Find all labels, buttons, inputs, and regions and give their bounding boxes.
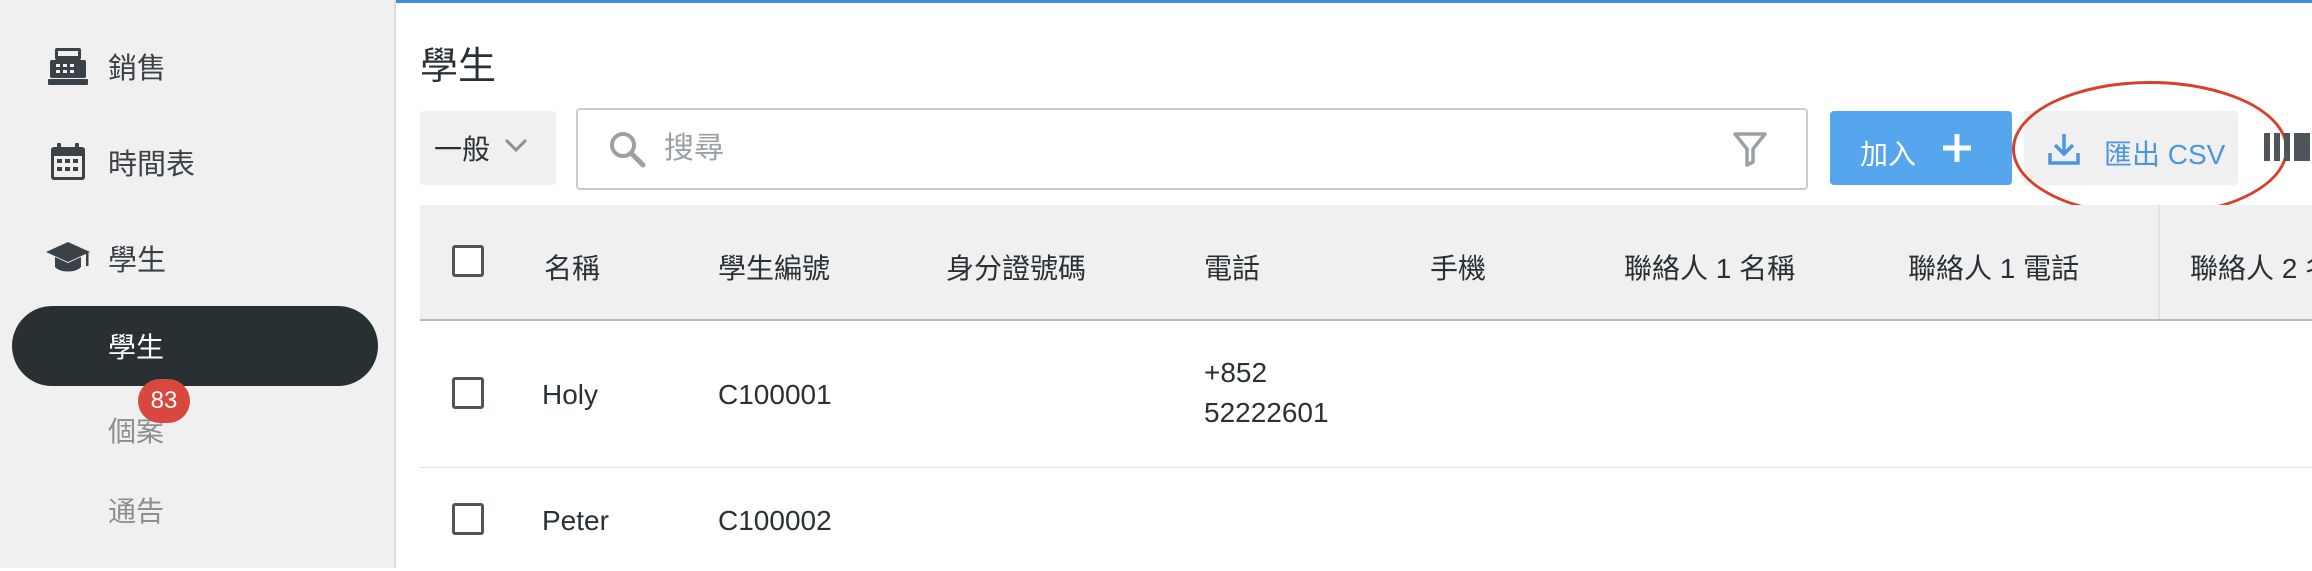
table-row[interactable]: Holy C100001 +852 52222601 (420, 321, 2312, 468)
graduation-cap-icon (44, 236, 92, 280)
export-csv-label: 匯出 CSV (2104, 139, 2226, 170)
plus-icon (1940, 131, 1974, 170)
scope-select[interactable]: 一般 (420, 111, 556, 185)
sidebar-item-label: 銷售 (108, 53, 167, 85)
export-csv-button[interactable]: 匯出 CSV (2024, 111, 2238, 185)
scope-select-value: 一般 (434, 134, 491, 165)
sidebar-item-label: 學生 (108, 245, 167, 277)
page-title: 學生 (420, 46, 497, 88)
column-header-contact2-name[interactable]: 聯絡人 2 名 (2190, 247, 2312, 287)
column-divider (2158, 205, 2160, 319)
column-header-contact1-name[interactable]: 聯絡人 1 名稱 (1624, 247, 1795, 287)
search-input[interactable] (662, 124, 1666, 174)
search-box (576, 108, 1808, 190)
row-checkbox[interactable] (452, 503, 484, 535)
cell-name: Holy (542, 379, 599, 410)
column-header-contact1-phone[interactable]: 聯絡人 1 電話 (1908, 247, 2079, 287)
main-content: 學生 一般 加入 (396, 0, 2312, 571)
sidebar-item-sales[interactable]: 銷售 (0, 36, 394, 96)
cases-count-badge: 83 (138, 379, 190, 423)
cell-student-id: C100002 (718, 505, 832, 536)
cell-phone-line1: +852 (1204, 357, 1268, 388)
add-button-label: 加入 (1860, 139, 1917, 170)
column-header-phone[interactable]: 電話 (1204, 247, 1260, 287)
cash-register-icon (44, 44, 92, 88)
download-icon (2046, 131, 2082, 172)
column-header-id-number[interactable]: 身分證號碼 (946, 247, 1086, 287)
table-header: 名稱 學生編號 身分證號碼 電話 手機 聯絡人 1 名稱 聯絡人 1 電話 聯絡… (420, 205, 2312, 321)
sidebar-item-students[interactable]: 學生 (0, 228, 394, 288)
sidebar-item-label: 時間表 (108, 149, 196, 181)
cell-name: Peter (542, 505, 609, 536)
sidebar-item-schedule[interactable]: 時間表 (0, 132, 394, 192)
column-header-student-id[interactable]: 學生編號 (718, 247, 830, 287)
sidebar-subitem-students[interactable]: 學生 (12, 306, 378, 386)
chevron-down-icon (504, 137, 528, 158)
add-button[interactable]: 加入 (1830, 111, 2012, 185)
search-icon (608, 130, 646, 173)
row-checkbox[interactable] (452, 377, 484, 409)
cell-phone-line2: 52222601 (1204, 397, 1329, 428)
columns-icon[interactable] (2262, 127, 2312, 172)
sidebar-subitem-label: 學生 (108, 332, 165, 363)
calendar-icon (44, 140, 92, 184)
sidebar-subitem-notices[interactable]: 通告 (108, 490, 164, 530)
cell-student-id: C100001 (718, 379, 832, 410)
table-row[interactable]: Peter C100002 (420, 469, 2312, 571)
select-all-checkbox[interactable] (452, 245, 484, 277)
sidebar: 銷售 時間表 學生 學生 個案 83 通告 (0, 0, 396, 568)
column-header-mobile[interactable]: 手機 (1430, 247, 1486, 287)
filter-icon[interactable] (1732, 130, 1768, 173)
column-header-name[interactable]: 名稱 (544, 247, 600, 287)
